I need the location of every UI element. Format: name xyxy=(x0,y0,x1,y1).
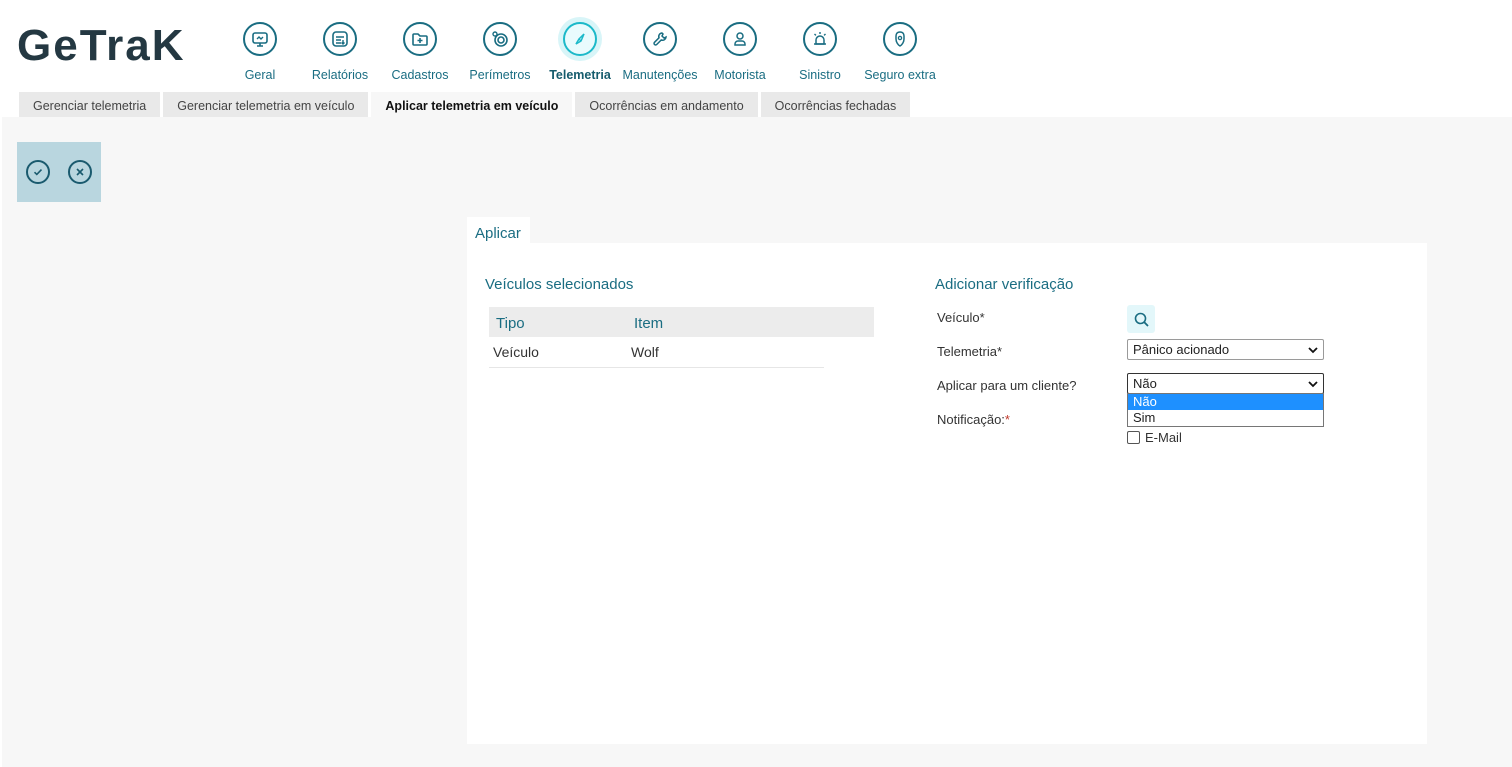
chevron-down-icon xyxy=(1308,381,1318,388)
chevron-down-icon xyxy=(1308,347,1318,354)
nav-item-manutencoes[interactable]: Manutenções xyxy=(620,0,700,92)
nav-item-perimetros[interactable]: Perímetros xyxy=(460,0,540,92)
cliente-dropdown-list: Não Sim xyxy=(1127,393,1324,427)
telemetria-select[interactable]: Pânico acionado xyxy=(1127,339,1324,360)
table-row[interactable]: Veículo Wolf xyxy=(489,338,824,368)
tab-ocorrencias-andamento[interactable]: Ocorrências em andamento xyxy=(575,92,758,117)
cancel-button[interactable] xyxy=(68,160,92,184)
veiculo-label: Veículo* xyxy=(937,310,985,325)
add-verification-title: Adicionar verificação xyxy=(935,276,1074,293)
selected-vehicles-title: Veículos selecionados xyxy=(485,276,634,293)
email-checkbox-row[interactable]: E-Mail xyxy=(1127,429,1182,445)
radar-icon xyxy=(483,22,517,56)
content-area: Aplicar Veículos selecionados Tipo Item … xyxy=(2,117,1512,767)
tab-aplicar-telemetria-veiculo[interactable]: Aplicar telemetria em veículo xyxy=(371,92,573,117)
cell-item: Wolf xyxy=(631,344,659,360)
panel-tab-aplicar[interactable]: Aplicar xyxy=(467,217,530,243)
telemetria-select-value: Pânico acionado xyxy=(1133,342,1230,357)
notificacao-label: Notificação:* xyxy=(937,412,1010,427)
cell-tipo: Veículo xyxy=(493,344,539,360)
nav-item-seguro-extra[interactable]: Seguro extra xyxy=(860,0,940,92)
nav-label-manutencoes: Manutenções xyxy=(622,68,698,82)
cliente-select-value: Não xyxy=(1133,376,1157,391)
telemetria-label: Telemetria* xyxy=(937,344,1003,359)
check-circle-icon xyxy=(33,169,43,176)
column-header-item[interactable]: Item xyxy=(634,315,663,332)
notificacao-label-text: Notificação: xyxy=(937,412,1005,427)
driver-icon xyxy=(723,22,757,56)
nav-item-geral[interactable]: Geral xyxy=(220,0,300,92)
nav-label-telemetria: Telemetria xyxy=(549,68,611,82)
close-circle-icon xyxy=(76,168,84,176)
column-header-tipo[interactable]: Tipo xyxy=(496,315,525,332)
getrak-logo[interactable]: GeTraK xyxy=(17,26,219,66)
nav-item-relatorios[interactable]: Relatórios xyxy=(300,0,380,92)
siren-icon xyxy=(803,22,837,56)
tab-gerenciar-telemetria[interactable]: Gerenciar telemetria xyxy=(19,92,161,117)
svg-text:GeTraK: GeTraK xyxy=(17,26,186,66)
dropdown-option-sim[interactable]: Sim xyxy=(1128,410,1323,426)
nav-item-motorista[interactable]: Motorista xyxy=(700,0,780,92)
action-toolbar xyxy=(17,142,101,202)
vehicles-grid-header: Tipo Item xyxy=(489,307,874,337)
tab-gerenciar-telemetria-veiculo[interactable]: Gerenciar telemetria em veículo xyxy=(163,92,369,117)
required-marker: * xyxy=(1004,412,1010,427)
nav-item-cadastros[interactable]: Cadastros xyxy=(380,0,460,92)
app-header: GeTraK Geral Relatórios Cadastros Períme… xyxy=(0,0,1512,92)
nav-label-motorista: Motorista xyxy=(714,68,766,82)
confirm-button[interactable] xyxy=(26,160,50,184)
nav-label-relatorios: Relatórios xyxy=(311,68,369,82)
shield-icon xyxy=(883,22,917,56)
folder-plus-icon xyxy=(403,22,437,56)
nav-label-geral: Geral xyxy=(244,68,276,82)
nav-label-perimetros: Perímetros xyxy=(469,68,531,82)
cliente-label: Aplicar para um cliente? xyxy=(937,378,1077,393)
sub-tabs: Gerenciar telemetria Gerenciar telemetri… xyxy=(19,92,913,117)
report-icon xyxy=(323,22,357,56)
email-checkbox[interactable] xyxy=(1127,430,1140,444)
nav-item-telemetria[interactable]: Telemetria xyxy=(540,0,620,92)
wrench-icon xyxy=(643,22,677,56)
dropdown-option-nao[interactable]: Não xyxy=(1128,394,1323,410)
nav-label-sinistro: Sinistro xyxy=(799,68,841,82)
vehicle-search-button[interactable] xyxy=(1127,305,1155,333)
compass-icon xyxy=(563,22,597,56)
search-icon xyxy=(1134,312,1149,327)
apply-panel: Veículos selecionados Tipo Item Veículo … xyxy=(467,243,1427,744)
email-checkbox-label: E-Mail xyxy=(1145,429,1182,445)
monitor-icon xyxy=(243,22,277,56)
nav-label-seguro-extra: Seguro extra xyxy=(864,68,936,82)
nav-item-sinistro[interactable]: Sinistro xyxy=(780,0,860,92)
tab-ocorrencias-fechadas[interactable]: Ocorrências fechadas xyxy=(760,92,911,117)
cliente-select[interactable]: Não xyxy=(1127,373,1324,394)
nav-label-cadastros: Cadastros xyxy=(391,68,449,82)
